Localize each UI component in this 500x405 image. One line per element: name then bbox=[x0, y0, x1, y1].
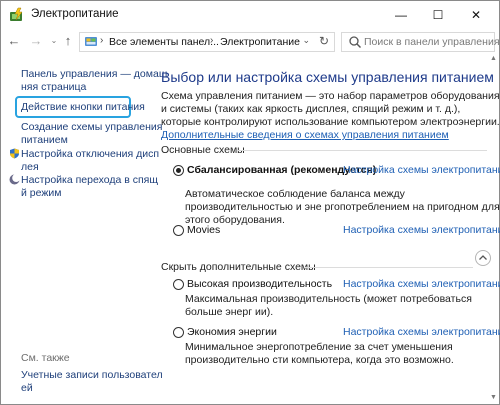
minimize-button[interactable]: — bbox=[384, 1, 418, 29]
search-icon bbox=[348, 35, 362, 49]
back-button[interactable]: ← bbox=[5, 32, 23, 50]
control-panel-icon bbox=[84, 35, 98, 49]
search-placeholder: Поиск в панели управления bbox=[364, 36, 500, 48]
sidebar-item-create-plan[interactable]: Создание схемы управления питанием bbox=[21, 121, 162, 147]
close-button[interactable]: ✕ bbox=[459, 1, 493, 29]
create-plan-line1: Создание схемы управления bbox=[21, 121, 163, 133]
power-options-window: Электропитание — ☐ ✕ ← → ⌄ ↑ › Все элеме… bbox=[0, 0, 500, 405]
create-plan-line2: питанием bbox=[21, 134, 68, 146]
breadcrumb-chevron-icon: › bbox=[100, 35, 104, 46]
breadcrumb-chevron-icon: › bbox=[210, 35, 214, 46]
home-link-line1: Панель управления — домаш bbox=[21, 68, 168, 80]
breadcrumb-all-items[interactable]: Все элементы панел... bbox=[109, 36, 219, 48]
window-title: Электропитание bbox=[31, 8, 119, 20]
radio-movies[interactable] bbox=[173, 225, 184, 236]
up-button[interactable]: ↑ bbox=[59, 32, 77, 50]
page-description: Схема управления питанием — это набор па… bbox=[161, 90, 500, 142]
plan-high-performance-name[interactable]: Высокая производительность bbox=[187, 278, 332, 290]
title-bar: Электропитание — ☐ ✕ bbox=[1, 1, 499, 29]
group-divider bbox=[237, 150, 487, 151]
plan-power-saver-description: Минимальное энергопотребление за счет ум… bbox=[185, 341, 454, 366]
search-input[interactable]: Поиск в панели управления bbox=[341, 32, 500, 52]
scroll-down-icon[interactable]: ▼ bbox=[488, 394, 499, 404]
sidebar-item-sleep[interactable]: Настройка перехода в спящ й режим bbox=[9, 174, 158, 200]
moon-icon bbox=[9, 174, 21, 185]
sleep-line1: Настройка перехода в спящ bbox=[21, 174, 158, 186]
plan-power-saver-settings-link[interactable]: Настройка схемы электропитания bbox=[343, 326, 500, 338]
forward-button[interactable]: → bbox=[27, 32, 45, 50]
description-text: Схема управления питанием — это набор па… bbox=[161, 90, 500, 128]
refresh-icon[interactable]: ↻ bbox=[319, 34, 329, 48]
shield-icon bbox=[9, 148, 20, 159]
see-also-label: См. также bbox=[21, 352, 70, 364]
radio-high-performance[interactable] bbox=[173, 279, 184, 290]
chevron-up-icon bbox=[479, 255, 487, 260]
group-divider bbox=[305, 267, 473, 268]
user-accounts-line1: Учетные записи пользовател bbox=[21, 369, 163, 381]
home-link-line2: няя страница bbox=[21, 81, 87, 93]
main-content: Выбор или настройка схемы управления пит… bbox=[149, 55, 500, 404]
plan-high-performance-settings-link[interactable]: Настройка схемы электропитания bbox=[343, 278, 500, 290]
control-panel-home-link[interactable]: Панель управления — домаш няя страница bbox=[21, 68, 167, 94]
display-off-line1: Настройка отключения дисп bbox=[21, 148, 160, 160]
plan-movies-name[interactable]: Movies bbox=[187, 224, 220, 236]
power-options-icon bbox=[9, 7, 25, 23]
sleep-line2: й режим bbox=[21, 187, 62, 199]
sidebar-item-power-button-action[interactable]: Действие кнопки питания bbox=[21, 101, 145, 114]
maximize-button[interactable]: ☐ bbox=[421, 1, 455, 29]
more-info-link[interactable]: Дополнительные сведения о схемах управле… bbox=[161, 129, 449, 141]
address-bar[interactable]: › Все элементы панел... › Электропитание… bbox=[79, 32, 335, 52]
hide-additional-plans-label[interactable]: Скрыть дополнительные схемы bbox=[161, 261, 316, 273]
plan-high-performance-description: Максимальная производительность (может п… bbox=[185, 293, 472, 318]
display-off-line2: лея bbox=[21, 161, 39, 173]
user-accounts-line2: ей bbox=[21, 382, 33, 394]
breadcrumb-power-options[interactable]: Электропитание bbox=[220, 36, 300, 48]
scroll-up-icon[interactable]: ▲ bbox=[488, 55, 499, 65]
radio-balanced[interactable] bbox=[173, 165, 184, 176]
plan-movies-settings-link[interactable]: Настройка схемы электропитания bbox=[343, 224, 500, 236]
collapse-button[interactable] bbox=[475, 250, 491, 266]
plan-balanced-description: Автоматическое соблюдение баланса между … bbox=[185, 188, 500, 226]
address-dropdown-icon[interactable]: ⌄ bbox=[302, 35, 310, 46]
plan-power-saver-name[interactable]: Экономия энергии bbox=[187, 326, 277, 338]
page-title: Выбор или настройка схемы управления пит… bbox=[161, 69, 494, 85]
radio-power-saver[interactable] bbox=[173, 327, 184, 338]
user-accounts-link[interactable]: Учетные записи пользовател ей bbox=[21, 369, 163, 395]
main-plans-label: Основные схемы bbox=[161, 144, 245, 156]
navigation-bar: ← → ⌄ ↑ › Все элементы панел... › Электр… bbox=[1, 29, 500, 55]
sidebar-item-display-off[interactable]: Настройка отключения дисп лея bbox=[9, 148, 159, 174]
plan-balanced-settings-link[interactable]: Настройка схемы электропитания bbox=[343, 164, 500, 176]
